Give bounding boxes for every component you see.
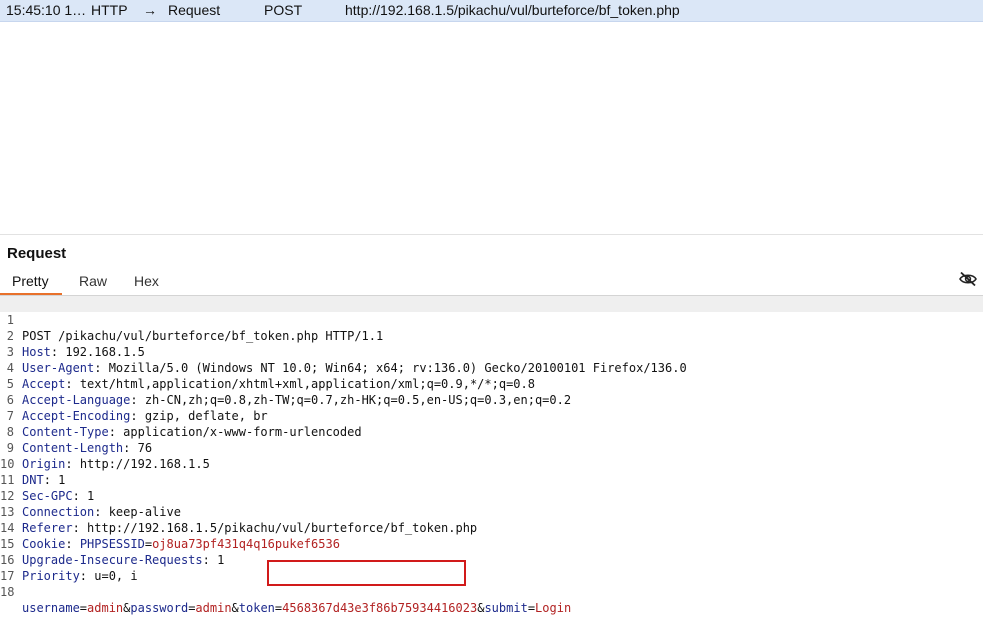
editor-line: 12 Connection: keep-alive (0, 489, 181, 519)
request-view-tabs: Pretty Raw Hex (0, 268, 983, 296)
pane-divider[interactable] (0, 234, 983, 235)
editor-line: 5 Accept-Language: zh-CN,zh;q=0.8,zh-TW;… (0, 360, 983, 407)
eye-slash-icon[interactable] (959, 271, 977, 287)
tab-hex[interactable]: Hex (134, 273, 159, 295)
param-value: Login (535, 601, 572, 615)
editor-line: 1 POST /pikachu/vul/burteforce/bf_token.… (0, 296, 983, 343)
tab-raw[interactable]: Raw (79, 273, 107, 295)
editor-line: 13 Referer: http://192.168.1.5/pikachu/v… (0, 505, 478, 535)
request-panel-title: Request (7, 245, 67, 262)
param-value: admin (87, 601, 124, 615)
history-time: 15:45:10 1… (6, 2, 87, 18)
history-direction: Request (168, 2, 221, 18)
editor-line: 7 Content-Type: application/x-www-form-u… (0, 392, 983, 439)
arrow-right-icon: → (143, 2, 157, 18)
editor-line-body: 18 username=admin&password=admin&token=4… (0, 585, 572, 615)
request-editor[interactable]: 1 POST /pikachu/vul/burteforce/bf_token.… (0, 296, 983, 615)
token-value: 4568367d43e3f86b75934416023 (282, 601, 478, 615)
editor-line: 9 Origin: http://192.168.1.5 (0, 424, 983, 471)
editor-line: 2 Host: 192.168.1.5 (0, 312, 983, 359)
param-value: admin (195, 601, 232, 615)
editor-line: 14 Cookie: PHPSESSID=oj8ua73pf431q4q16pu… (0, 521, 340, 551)
history-url: http://192.168.1.5/pikachu/vul/burteforc… (345, 2, 680, 18)
tab-pretty[interactable]: Pretty (0, 273, 62, 295)
history-table-empty-area (0, 22, 983, 232)
history-tool: HTTP (91, 2, 128, 18)
editor-line: 8 Content-Length: 76 (0, 408, 983, 455)
param-name: password (130, 601, 189, 615)
editor-line: 4 Accept: text/html,application/xhtml+xm… (0, 344, 983, 391)
param-name: submit (484, 601, 528, 615)
token-highlight-box (267, 560, 466, 586)
editor-line: 6 Accept-Encoding: gzip, deflate, br (0, 376, 983, 423)
param-name: token (238, 601, 275, 615)
editor-line: 3 User-Agent: Mozilla/5.0 (Windows NT 10… (0, 328, 983, 375)
editor-line: 16 Priority: u=0, i (0, 553, 138, 583)
editor-line: 15 Upgrade-Insecure-Requests: 1 (0, 537, 225, 567)
editor-line: 17 (0, 552, 983, 583)
history-row-selected[interactable]: 15:45:10 1… HTTP → Request POST http://1… (0, 0, 983, 22)
editor-line: 10 DNT: 1 (0, 457, 66, 487)
line-number: 18 (0, 585, 15, 599)
param-name: username (22, 601, 80, 615)
editor-line: 11 Sec-GPC: 1 (0, 473, 95, 503)
history-method: POST (264, 2, 303, 18)
